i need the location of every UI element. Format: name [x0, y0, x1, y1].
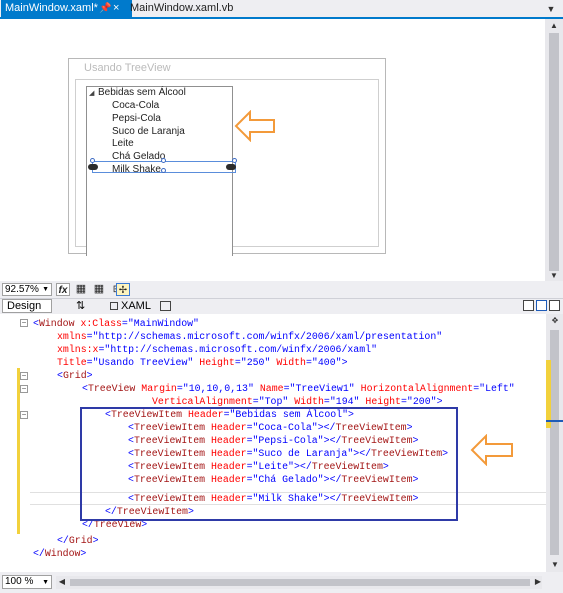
expander-triangle-icon[interactable]: ◢: [89, 88, 94, 100]
resize-handle[interactable]: [232, 158, 237, 163]
horizontal-split-icon[interactable]: [536, 300, 547, 311]
tab-label: MainWindow.xaml*: [5, 2, 98, 14]
scroll-down-arrow-icon[interactable]: ▼: [545, 271, 563, 280]
orange-arrow-icon: [470, 434, 513, 466]
editor-margin: [0, 314, 14, 572]
grid-icon[interactable]: ▦: [74, 283, 88, 296]
horizontal-scroll-thumb[interactable]: [70, 579, 530, 586]
tab-overflow-dropdown-icon[interactable]: ▼: [544, 2, 558, 16]
resize-handle[interactable]: [161, 158, 166, 163]
tab-label: MainWindow.xaml.vb: [130, 2, 234, 14]
pin-icon[interactable]: 📌: [99, 0, 111, 17]
code-line[interactable]: <Window x:Class="MainWindow": [33, 317, 199, 330]
fx-effects-icon[interactable]: fx: [56, 283, 70, 296]
resize-handle[interactable]: [90, 158, 95, 163]
swap-panes-icon[interactable]: ⇅: [76, 299, 85, 312]
snap-to-snaplines-icon[interactable]: ✢: [116, 283, 130, 296]
code-line[interactable]: <TreeView Margin="10,10,0,13" Name="Tree…: [82, 382, 515, 395]
collapse-icon[interactable]: −: [20, 385, 28, 393]
designer-scroll-thumb[interactable]: [549, 33, 559, 271]
preview-window-title: Usando TreeView: [84, 62, 171, 74]
code-line[interactable]: </Grid>: [57, 534, 99, 547]
tree-root-item[interactable]: Bebidas sem Álcool: [98, 87, 186, 99]
designer-zoom-select[interactable]: 92.57% ▼: [2, 283, 52, 296]
orange-arrow-icon: [234, 110, 275, 142]
code-line[interactable]: <Grid>: [57, 369, 93, 382]
zoom-value: 92.57%: [5, 284, 39, 295]
collapse-icon[interactable]: −: [20, 319, 28, 327]
change-marker: [546, 360, 551, 428]
code-line[interactable]: xmlns="http://schemas.microsoft.com/winf…: [57, 330, 442, 343]
scroll-down-arrow-icon[interactable]: ▼: [546, 560, 563, 569]
tab-xaml[interactable]: XAML: [121, 299, 151, 313]
popout-xaml-icon[interactable]: [160, 301, 171, 311]
tab-design[interactable]: Design: [2, 299, 52, 313]
margin-handle[interactable]: [226, 164, 236, 170]
code-line[interactable]: Title="Usando TreeView" Height="250" Wid…: [57, 356, 348, 369]
collapse-pane-icon[interactable]: [549, 300, 560, 311]
margin-handle[interactable]: [88, 164, 98, 170]
tab-mainwindow-xaml[interactable]: MainWindow.xaml* 📌 ×: [1, 0, 132, 17]
highlight-box: [80, 407, 458, 521]
snap-grid-icon[interactable]: ▦: [92, 283, 106, 296]
chevron-down-icon: ▼: [42, 286, 49, 293]
tree-item[interactable]: Suco de Laranja: [112, 126, 185, 138]
editor-zoom-select[interactable]: 100 % ▼: [2, 575, 52, 589]
caret-position-marker: [546, 420, 563, 422]
tree-item[interactable]: Pepsi-Cola: [112, 113, 161, 125]
scroll-left-arrow-icon[interactable]: ◀: [56, 577, 68, 586]
tab-mainwindow-xaml-vb[interactable]: MainWindow.xaml.vb: [126, 0, 244, 17]
split-grip-icon[interactable]: ✥: [546, 316, 563, 325]
zoom-value: 100 %: [5, 576, 34, 587]
close-icon[interactable]: ×: [113, 0, 119, 17]
vertical-split-icon[interactable]: [523, 300, 534, 311]
chevron-down-icon: ▼: [42, 579, 49, 586]
resize-handle[interactable]: [161, 168, 166, 173]
scroll-up-arrow-icon[interactable]: ▲: [545, 21, 563, 30]
collapse-icon[interactable]: −: [20, 372, 28, 380]
code-line[interactable]: </Window>: [33, 547, 86, 560]
collapse-icon[interactable]: −: [20, 411, 28, 419]
scroll-right-arrow-icon[interactable]: ▶: [532, 577, 544, 586]
code-line[interactable]: xmlns:x="http://schemas.microsoft.com/wi…: [57, 343, 377, 356]
editor-scroll-thumb[interactable]: [550, 330, 559, 555]
tree-item[interactable]: Leite: [112, 138, 134, 150]
xaml-icon: [110, 302, 118, 310]
tree-item[interactable]: Coca-Cola: [112, 100, 159, 112]
